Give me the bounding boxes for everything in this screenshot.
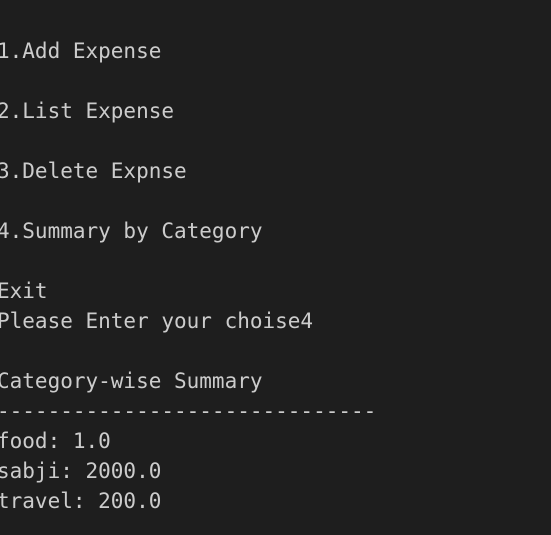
summary-row-travel: travel: 200.0	[0, 489, 162, 513]
terminal-output: 1.Add Expense 2.List Expense 3.Delete Ex…	[0, 36, 376, 516]
menu-option-delete-expense: 3.Delete Expnse	[0, 159, 187, 183]
menu-option-summary-by-category: 4.Summary by Category	[0, 219, 263, 243]
input-prompt: Please Enter your choise4	[0, 309, 314, 333]
summary-heading: Category-wise Summary	[0, 369, 263, 393]
summary-divider: ------------------------------	[0, 399, 377, 423]
summary-row-food: food: 1.0	[0, 429, 111, 453]
menu-option-exit: Exit	[0, 279, 48, 303]
menu-option-add-expense: 1.Add Expense	[0, 39, 162, 63]
summary-row-sabji: sabji: 2000.0	[0, 459, 162, 483]
terminal-window[interactable]: 1.Add Expense 2.List Expense 3.Delete Ex…	[0, 0, 551, 535]
menu-option-list-expense: 2.List Expense	[0, 99, 175, 123]
